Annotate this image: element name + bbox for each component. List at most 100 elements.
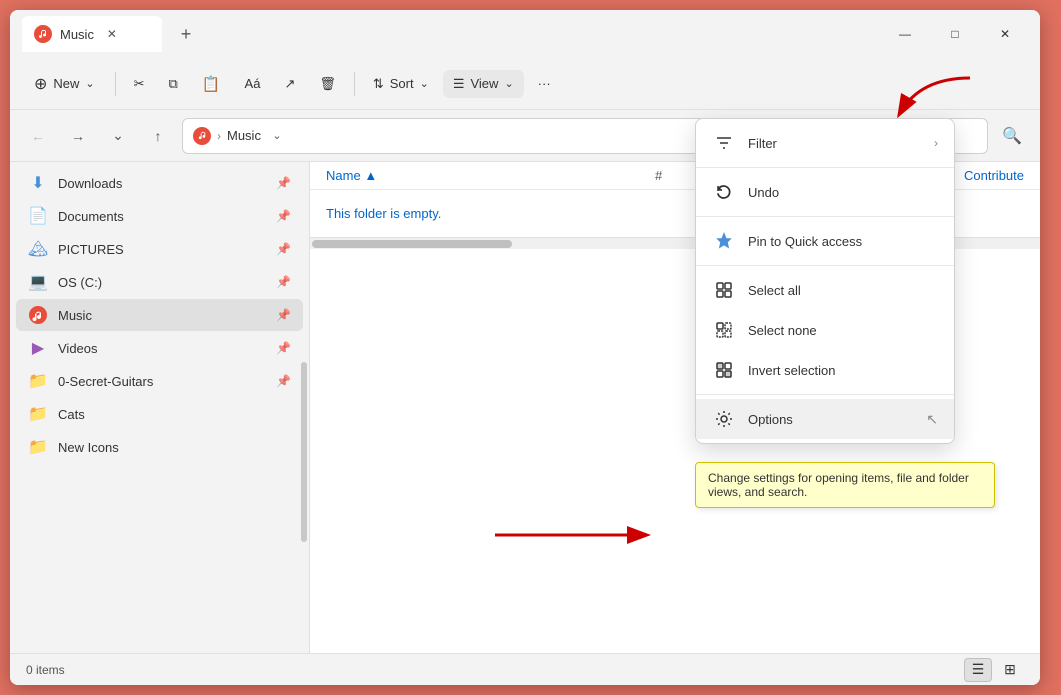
copy-button[interactable]: ⧉ [159,70,188,98]
new-button-chevron-icon: ⌄ [85,77,94,90]
cursor-indicator: ↖ [926,411,938,428]
sidebar-pin-documents: 📌 [276,209,291,223]
sidebar-item-cats[interactable]: 📁 Cats [16,398,303,430]
sidebar-pin-videos: 📌 [276,341,291,355]
back-button[interactable]: ← [22,120,54,152]
downloads-icon: ⬇ [28,173,48,193]
breadcrumb-separator: › [217,129,221,143]
tooltip: Change settings for opening items, file … [695,462,995,508]
more-icon: ··· [538,76,551,91]
0-secret-guitars-icon: 📁 [28,371,48,391]
invert-selection-icon [712,358,736,382]
recent-locations-button[interactable]: ⌄ [102,120,134,152]
sidebar-item-videos[interactable]: ▶ Videos 📌 [16,332,303,364]
more-button[interactable]: ··· [528,70,561,97]
cats-icon: 📁 [28,404,48,424]
scrollbar-thumb[interactable] [312,240,512,248]
view-toggle: ☰ ⊞ [964,658,1024,682]
sidebar-item-downloads[interactable]: ⬇ Downloads 📌 [16,167,303,199]
view-dropdown-menu: Filter › Undo Pin to Quick access Select… [695,118,955,444]
menu-item-filter[interactable]: Filter › [696,123,954,163]
toolbar-sep-2 [354,72,355,96]
sidebar-item-0-secret-guitars-label: 0-Secret-Guitars [58,374,266,389]
breadcrumb-bar[interactable]: › Music ⌄ [182,118,740,154]
sidebar-item-new-icons[interactable]: 📁 New Icons [16,431,303,463]
close-button[interactable]: ✕ [982,18,1028,50]
share-button[interactable]: ↗ [274,70,305,98]
new-button-label: New [53,76,79,91]
breadcrumb-location: Music [227,128,261,143]
items-count: 0 items [26,663,65,677]
sidebar-item-music[interactable]: Music 📌 [16,299,303,331]
new-icons-icon: 📁 [28,437,48,457]
column-num[interactable]: # [655,168,695,183]
paste-button[interactable]: 📋 [192,69,231,99]
forward-button[interactable]: → [62,120,94,152]
sidebar-item-pictures-label: PICTURES [58,242,266,257]
delete-button[interactable]: 🗑 [309,70,346,98]
documents-icon: 📄 [28,206,48,226]
undo-icon [712,180,736,204]
title-bar: Music ✕ + — □ ✕ [10,10,1040,58]
new-tab-button[interactable]: + [170,18,202,50]
menu-item-options[interactable]: Options ↖ [696,399,954,439]
list-view-button[interactable]: ☰ [964,658,992,682]
rename-button[interactable]: Aá [235,70,271,97]
up-button[interactable]: ↑ [142,120,174,152]
view-button[interactable]: ☰ View ⌄ [443,70,524,98]
menu-item-undo-label: Undo [748,185,938,200]
sidebar-item-documents[interactable]: 📄 Documents 📌 [16,200,303,232]
cut-button[interactable]: ✂ [124,70,155,98]
music-tab[interactable]: Music ✕ [22,16,162,52]
sort-button[interactable]: ⇅ Sort ⌄ [363,70,439,98]
music-sidebar-icon [28,305,48,325]
view-chevron-icon: ⌄ [504,77,513,90]
sort-button-label: Sort [390,76,414,91]
column-name[interactable]: Name ▲ [326,168,655,183]
sidebar-pin-pictures: 📌 [276,242,291,256]
menu-item-options-label: Options [748,412,906,427]
menu-item-select-all-label: Select all [748,283,938,298]
filter-submenu-arrow: › [934,136,938,150]
music-tab-icon [34,25,52,43]
grid-view-button[interactable]: ⊞ [996,658,1024,682]
menu-item-invert-label: Invert selection [748,363,938,378]
menu-item-select-none[interactable]: Select none [696,310,954,350]
view-button-label: View [470,76,498,91]
pin-icon [712,229,736,253]
options-icon [712,407,736,431]
search-magnifier-button[interactable]: 🔍 [996,120,1028,152]
copy-icon: ⧉ [169,76,178,92]
file-explorer-window: Music ✕ + — □ ✕ ⊕ New ⌄ ✂ ⧉ 📋 Aá ↗ [10,10,1040,685]
tooltip-text: Change settings for opening items, file … [708,471,969,499]
sidebar-pin-os-c: 📌 [276,275,291,289]
column-name-label: Name [326,168,361,183]
maximize-button[interactable]: □ [932,18,978,50]
menu-item-filter-label: Filter [748,136,922,151]
sidebar-item-0-secret-guitars[interactable]: 📁 0-Secret-Guitars 📌 [16,365,303,397]
sidebar-scrollbar[interactable] [301,362,307,542]
menu-item-select-all[interactable]: Select all [696,270,954,310]
sidebar: ⬇ Downloads 📌 📄 Documents 📌 🏔 PICTURES 📌… [10,162,310,653]
minimize-button[interactable]: — [882,18,928,50]
os-c-icon: 💻 [28,272,48,292]
breadcrumb-expand-button[interactable]: ⌄ [267,126,287,146]
cut-icon: ✂ [134,76,145,92]
menu-item-invert-selection[interactable]: Invert selection [696,350,954,390]
sidebar-item-os-c[interactable]: 💻 OS (C:) 📌 [16,266,303,298]
sidebar-item-videos-label: Videos [58,341,266,356]
menu-item-undo[interactable]: Undo [696,172,954,212]
videos-icon: ▶ [28,338,48,358]
select-all-icon [712,278,736,302]
pictures-icon: 🏔 [28,239,48,259]
paste-icon: 📋 [202,75,221,93]
status-bar: 0 items ☰ ⊞ [10,653,1040,685]
sidebar-item-pictures[interactable]: 🏔 PICTURES 📌 [16,233,303,265]
tab-close-button[interactable]: ✕ [102,24,122,44]
sidebar-item-os-c-label: OS (C:) [58,275,266,290]
sidebar-item-music-label: Music [58,308,266,323]
new-button[interactable]: ⊕ New ⌄ [22,68,107,100]
view-icon: ☰ [453,76,465,92]
menu-item-pin-quick-access[interactable]: Pin to Quick access [696,221,954,261]
sidebar-pin-downloads: 📌 [276,176,291,190]
